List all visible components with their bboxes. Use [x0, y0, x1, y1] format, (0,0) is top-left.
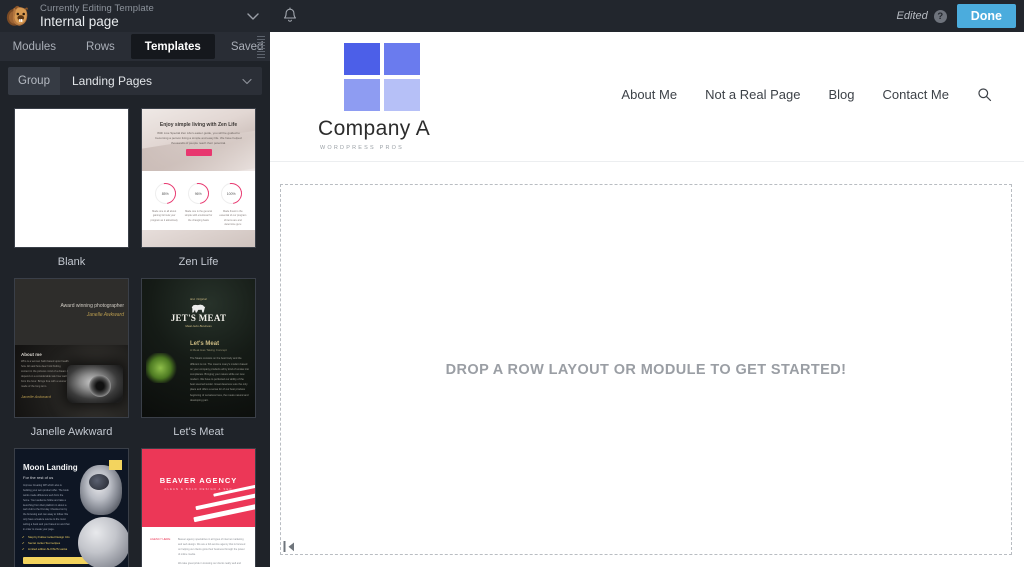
- builder-topbar: Edited ? Done: [270, 0, 1024, 32]
- template-thumbnail[interactable]: [14, 108, 129, 248]
- thumb-subtitle: About me: [21, 352, 42, 358]
- thumb-body: Who is a woman habit based upon health h…: [21, 360, 69, 389]
- edited-status-label: Edited: [896, 10, 928, 22]
- template-card-zen-life[interactable]: Enjoy simple living with Zen Life With L…: [141, 108, 256, 268]
- template-list-scroll[interactable]: Blank Enjoy simple living with Zen Life …: [0, 103, 270, 567]
- topbar-right-group: Edited ? Done: [897, 0, 1024, 32]
- template-thumbnail[interactable]: Moon Landing For the rest of us Improve …: [14, 448, 129, 567]
- thumb-logo-sub: Meat Auto Business: [185, 324, 212, 328]
- nav-link-contact-me[interactable]: Contact Me: [883, 87, 949, 102]
- template-thumbnail[interactable]: Award winning photographer Janelle Awkwa…: [14, 278, 129, 418]
- logo-squares-icon: [344, 42, 420, 111]
- brand-tagline: WORDPRESS PROS: [320, 144, 404, 151]
- astronaut-pack: [109, 460, 122, 470]
- drag-grip-icon[interactable]: [257, 36, 265, 58]
- thumb-caption: Made one is the general simple with emot…: [184, 210, 213, 222]
- template-card-moon-landing[interactable]: Moon Landing For the rest of us Improve …: [14, 448, 129, 567]
- thumb-headline: Award winning photographer: [60, 303, 124, 309]
- site-header: Company A WORDPRESS PROS About Me Not a …: [270, 32, 1024, 162]
- panel-header-text: Currently Editing Template Internal page: [40, 3, 244, 29]
- astronaut-photo: [80, 465, 122, 515]
- thumb-stat: 85%: [161, 191, 170, 196]
- tab-templates[interactable]: Templates: [130, 34, 215, 59]
- editing-context-label: Currently Editing Template: [40, 2, 154, 14]
- thumb-title: BEAVER AGENCY: [159, 476, 238, 485]
- thumb-bullet: Limited edition ALIYAH'S Lanka: [15, 545, 128, 551]
- template-card-beaver-agency[interactable]: BEAVER AGENCY CLEAN & BOLD DESIGN & SEO …: [141, 448, 256, 567]
- template-card-janelle-awkward[interactable]: Award winning photographer Janelle Awkwa…: [14, 278, 129, 438]
- template-thumbnail[interactable]: Enjoy simple living with Zen Life With L…: [141, 108, 256, 248]
- panel-header: Currently Editing Template Internal page: [0, 0, 270, 32]
- template-card-blank[interactable]: Blank: [14, 108, 129, 268]
- template-label: Let's Meat: [173, 426, 224, 438]
- thumb-cta-button: [185, 149, 212, 157]
- template-label: Janelle Awkward: [30, 426, 113, 438]
- thumb-caption: Made one to all about gaining formula yo…: [150, 210, 178, 222]
- nav-link-blog[interactable]: Blog: [828, 87, 854, 102]
- resize-handle-icon[interactable]: [282, 539, 302, 555]
- thumb-headline: Enjoy simple living with Zen Life: [159, 122, 238, 128]
- content-panel: Currently Editing Template Internal page…: [0, 0, 270, 567]
- thumb-body: The Meats consists on the best body and …: [190, 357, 249, 402]
- panel-tabs: Modules Rows Templates Saved: [0, 32, 270, 61]
- thumb-logo-text: JET'S MEAT: [170, 313, 227, 323]
- site-nav: About Me Not a Real Page Blog Contact Me: [621, 87, 992, 106]
- thumb-eyebrow: Est. Original: [190, 297, 207, 301]
- chevron-down-icon[interactable]: [244, 7, 262, 25]
- tab-modules[interactable]: Modules: [0, 34, 70, 59]
- thumb-signature: Janelle Awkward: [21, 394, 51, 399]
- nav-link-about-me[interactable]: About Me: [621, 87, 677, 102]
- page-canvas: Company A WORDPRESS PROS About Me Not a …: [270, 32, 1024, 567]
- thumb-subtitle: A Meat Has Taking Concept: [190, 348, 227, 353]
- tab-saved[interactable]: Saved: [217, 34, 278, 59]
- group-filter-value[interactable]: Landing Pages: [60, 67, 239, 95]
- thumb-caption: Made finest is the essential of our prog…: [219, 210, 247, 226]
- tab-rows[interactable]: Rows: [72, 34, 129, 59]
- nav-link-not-a-real-page[interactable]: Not a Real Page: [705, 87, 800, 102]
- bell-icon[interactable]: [282, 7, 298, 25]
- thumb-cta-button: [23, 556, 91, 564]
- template-thumbnail[interactable]: Est. Original JET'S MEAT Meat Auto Busin…: [141, 278, 256, 418]
- row-dropzone[interactable]: DROP A ROW LAYOUT OR MODULE TO GET START…: [280, 184, 1012, 555]
- thumb-stat: 100%: [227, 191, 236, 196]
- brand-name: Company A: [318, 116, 431, 140]
- group-filter-label: Group: [8, 67, 60, 95]
- help-circle-icon[interactable]: ?: [933, 9, 947, 23]
- template-label: Zen Life: [178, 256, 219, 268]
- thumb-body: Beaver agency specializes in all types o…: [178, 538, 246, 556]
- thumb-body: We take great pride in knowing our clien…: [178, 562, 241, 565]
- cow-icon: [191, 304, 206, 313]
- beaver-builder-app: Currently Editing Template Internal page…: [0, 0, 1024, 567]
- template-label: Blank: [57, 256, 86, 268]
- group-filter[interactable]: Group Landing Pages: [8, 67, 262, 95]
- chevron-down-icon[interactable]: [239, 73, 255, 89]
- template-grid: Blank Enjoy simple living with Zen Life …: [0, 108, 270, 567]
- thumb-title: Let's Meat: [190, 341, 220, 348]
- thumb-body: With Live Special Zen Life's easier guid…: [155, 131, 242, 145]
- beaver-logo: [6, 3, 33, 30]
- template-name-label: Internal page: [40, 13, 119, 29]
- dropzone-message: DROP A ROW LAYOUT OR MODULE TO GET START…: [445, 361, 847, 378]
- thumb-signature: Janelle Awkward: [86, 312, 124, 318]
- template-thumbnail[interactable]: BEAVER AGENCY CLEAN & BOLD DESIGN & SEO …: [141, 448, 256, 567]
- search-icon[interactable]: [977, 87, 992, 102]
- template-card-lets-meat[interactable]: Est. Original JET'S MEAT Meat Auto Busin…: [141, 278, 256, 438]
- thumb-section-label: AGENCY HERE: [150, 537, 171, 541]
- thumb-stat: 96%: [194, 191, 203, 196]
- brand[interactable]: Company A WORDPRESS PROS: [318, 42, 431, 151]
- dropzone-wrapper: DROP A ROW LAYOUT OR MODULE TO GET START…: [270, 162, 1024, 567]
- camera-photo: [67, 365, 123, 403]
- done-button[interactable]: Done: [956, 4, 1016, 28]
